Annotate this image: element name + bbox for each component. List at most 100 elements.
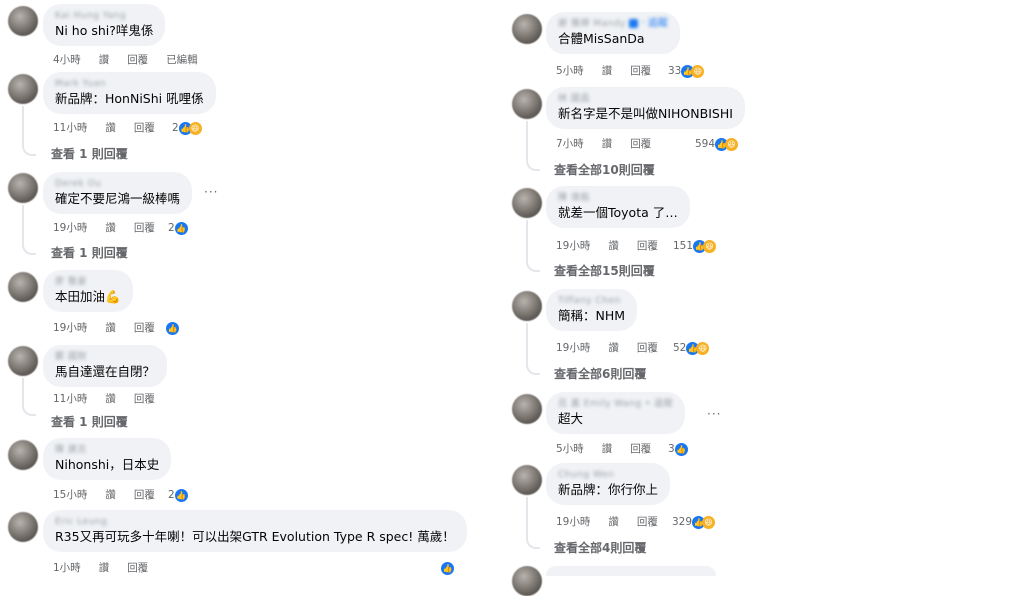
commenter-name[interactable]: 廖 敬豪 bbox=[55, 276, 121, 288]
avatar[interactable] bbox=[8, 440, 38, 470]
comment-time[interactable]: 7小時 bbox=[556, 138, 584, 150]
comment-time[interactable]: 11小時 bbox=[53, 122, 87, 134]
reaction-summary[interactable]: 52 👍😆 bbox=[673, 340, 710, 356]
like-button[interactable]: 讚 bbox=[608, 342, 619, 354]
view-replies-link[interactable]: 查看全部15則回覆 bbox=[554, 262, 655, 279]
commenter-name[interactable]: 鄭 國財 bbox=[55, 351, 155, 363]
comment-time[interactable]: 19小時 bbox=[556, 240, 590, 252]
commenter-name[interactable]: 林 國昌 bbox=[558, 93, 733, 105]
reaction-summary[interactable]: 2 👍 bbox=[168, 220, 188, 236]
avatar[interactable] bbox=[512, 291, 542, 321]
view-replies-link[interactable]: 查看全部4則回覆 bbox=[554, 539, 646, 556]
like-button[interactable]: 讚 bbox=[602, 65, 613, 77]
view-replies-link[interactable]: 查看 1 則回覆 bbox=[51, 145, 128, 162]
comment-text: 確定不要尼鴻一級棒嗎 bbox=[55, 191, 181, 206]
comment-time[interactable]: 19小時 bbox=[53, 322, 87, 334]
reaction-summary[interactable]: 👍 bbox=[166, 320, 179, 336]
comment-time[interactable]: 19小時 bbox=[556, 342, 590, 354]
commenter-name[interactable]: Tiffany Chen bbox=[558, 295, 625, 307]
comment-bubble: Kai Hung Yang Ni ho shi?咩鬼係 bbox=[43, 4, 166, 46]
commenter-name[interactable]: 呂 嘉 Emily Wang • 追蹤 bbox=[558, 398, 673, 410]
avatar[interactable] bbox=[8, 74, 38, 104]
more-options-icon[interactable]: ··· bbox=[707, 407, 721, 421]
comment-text: Nihonshi，日本史 bbox=[55, 457, 160, 472]
comment-time[interactable]: 11小時 bbox=[53, 393, 87, 405]
comment-time[interactable]: 5小時 bbox=[556, 443, 584, 455]
reaction-count: 594 bbox=[695, 138, 716, 150]
reply-button[interactable]: 回覆 bbox=[127, 54, 148, 66]
avatar[interactable] bbox=[8, 346, 38, 376]
reaction-summary[interactable]: 33 👍😆 bbox=[668, 63, 705, 79]
reaction-summary[interactable]: 2 👍 bbox=[168, 487, 188, 503]
comment-time[interactable]: 4小時 bbox=[53, 54, 81, 66]
reaction-summary[interactable]: 👍 bbox=[441, 560, 454, 576]
reply-button[interactable]: 回覆 bbox=[127, 562, 148, 574]
comment-bubble: 謝 雅婷 Mandy · 追蹤 合體MisSanDa bbox=[546, 12, 680, 54]
comment-text: 就差一個Toyota 了… bbox=[558, 205, 678, 220]
avatar[interactable] bbox=[512, 465, 542, 495]
like-button[interactable]: 讚 bbox=[602, 138, 613, 150]
like-button[interactable]: 讚 bbox=[105, 122, 116, 134]
like-button[interactable]: 讚 bbox=[105, 393, 116, 405]
like-button[interactable]: 讚 bbox=[608, 516, 619, 528]
reaction-summary[interactable]: 329 👍😆 bbox=[672, 514, 716, 530]
reply-button[interactable]: 回覆 bbox=[630, 443, 651, 455]
reply-button[interactable]: 回覆 bbox=[630, 65, 651, 77]
avatar[interactable] bbox=[512, 394, 542, 424]
avatar[interactable] bbox=[8, 173, 38, 203]
like-button[interactable]: 讚 bbox=[99, 562, 110, 574]
more-options-icon[interactable]: ··· bbox=[204, 185, 218, 199]
avatar[interactable] bbox=[512, 14, 542, 44]
reply-button[interactable]: 回覆 bbox=[637, 516, 658, 528]
reaction-summary[interactable]: 594 👍😆 bbox=[695, 136, 739, 152]
reply-button[interactable]: 回覆 bbox=[134, 393, 155, 405]
commenter-name[interactable]: Chung Wen bbox=[558, 469, 658, 481]
avatar[interactable] bbox=[512, 566, 542, 596]
reply-thread-line bbox=[22, 205, 36, 255]
comment-time[interactable]: 1小時 bbox=[53, 562, 81, 574]
reply-button[interactable]: 回覆 bbox=[630, 138, 651, 150]
view-replies-link[interactable]: 查看全部10則回覆 bbox=[554, 161, 655, 178]
reply-button[interactable]: 回覆 bbox=[134, 489, 155, 501]
commenter-name[interactable]: Kai Hung Yang bbox=[55, 10, 153, 22]
comment-time[interactable]: 19小時 bbox=[556, 516, 590, 528]
reaction-count: 2 bbox=[168, 222, 175, 234]
avatar[interactable] bbox=[512, 188, 542, 218]
like-icon: 👍 bbox=[441, 561, 454, 575]
haha-icon: 😆 bbox=[691, 64, 705, 78]
like-button[interactable]: 讚 bbox=[105, 489, 116, 501]
comment-bubble: Tiffany Chen 簡稱：NHM bbox=[546, 289, 638, 331]
comment-bubble: Chung Wen 新品牌：你行你上 bbox=[546, 463, 671, 505]
commenter-name[interactable]: Mark Yuan bbox=[55, 78, 204, 90]
reply-button[interactable]: 回覆 bbox=[637, 342, 658, 354]
commenter-name-text[interactable]: 謝 雅婷 Mandy bbox=[558, 19, 626, 29]
comment-time[interactable]: 15小時 bbox=[53, 489, 87, 501]
comment-time[interactable]: 5小時 bbox=[556, 65, 584, 77]
view-replies-link[interactable]: 查看全部6則回覆 bbox=[554, 365, 646, 382]
commenter-name[interactable]: 陳 建志 bbox=[55, 444, 159, 456]
reaction-summary[interactable]: 3 👍 bbox=[668, 441, 688, 457]
avatar[interactable] bbox=[8, 272, 38, 302]
commenter-name[interactable]: Eric Leung bbox=[55, 516, 455, 528]
avatar[interactable] bbox=[8, 6, 38, 36]
reply-button[interactable]: 回覆 bbox=[637, 240, 658, 252]
follow-link[interactable]: · 追蹤 bbox=[642, 18, 668, 29]
view-replies-link[interactable]: 查看 1 則回覆 bbox=[51, 413, 128, 430]
like-button[interactable]: 讚 bbox=[105, 222, 116, 234]
reply-button[interactable]: 回覆 bbox=[134, 322, 155, 334]
avatar[interactable] bbox=[512, 89, 542, 119]
comment-time[interactable]: 19小時 bbox=[53, 222, 87, 234]
reaction-summary[interactable]: 2 👍😆 bbox=[172, 120, 202, 136]
like-button[interactable]: 讚 bbox=[105, 322, 116, 334]
commenter-name[interactable]: Derek Ou bbox=[55, 178, 180, 190]
reaction-summary[interactable]: 151 👍😆 bbox=[673, 238, 717, 254]
reply-button[interactable]: 回覆 bbox=[134, 222, 155, 234]
like-button[interactable]: 讚 bbox=[602, 443, 613, 455]
reply-button[interactable]: 回覆 bbox=[134, 122, 155, 134]
view-replies-link[interactable]: 查看 1 則回覆 bbox=[51, 244, 128, 261]
reply-thread-line bbox=[526, 497, 540, 549]
like-button[interactable]: 讚 bbox=[608, 240, 619, 252]
avatar[interactable] bbox=[8, 512, 38, 542]
commenter-name[interactable]: 陳 偉銘 bbox=[558, 192, 678, 204]
like-button[interactable]: 讚 bbox=[99, 54, 110, 66]
